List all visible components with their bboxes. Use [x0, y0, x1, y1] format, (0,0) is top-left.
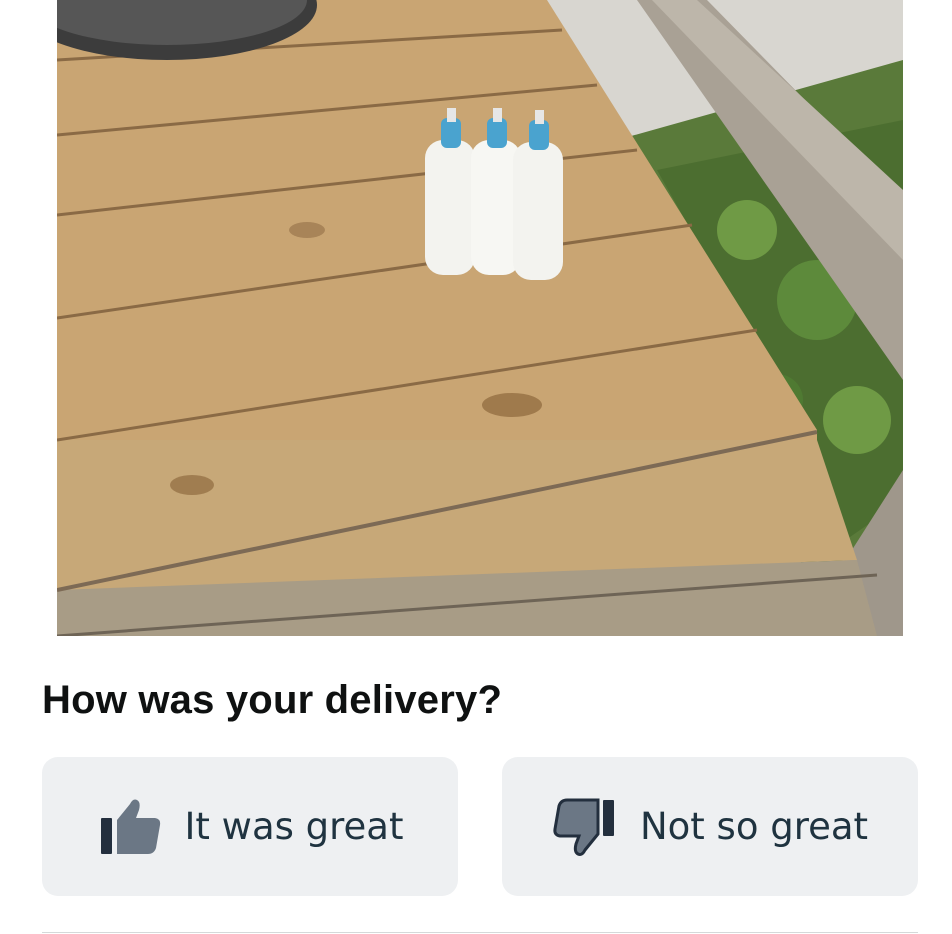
divider: [42, 932, 918, 933]
it-was-great-label: It was great: [184, 805, 404, 848]
feedback-question: How was your delivery?: [42, 678, 503, 722]
thumbs-up-icon: [97, 794, 163, 860]
not-so-great-label: Not so great: [639, 805, 869, 848]
not-so-great-button[interactable]: Not so great: [502, 757, 918, 896]
it-was-great-button[interactable]: It was great: [42, 757, 458, 896]
delivery-photo: [57, 0, 903, 636]
thumbs-down-icon: [552, 794, 618, 860]
